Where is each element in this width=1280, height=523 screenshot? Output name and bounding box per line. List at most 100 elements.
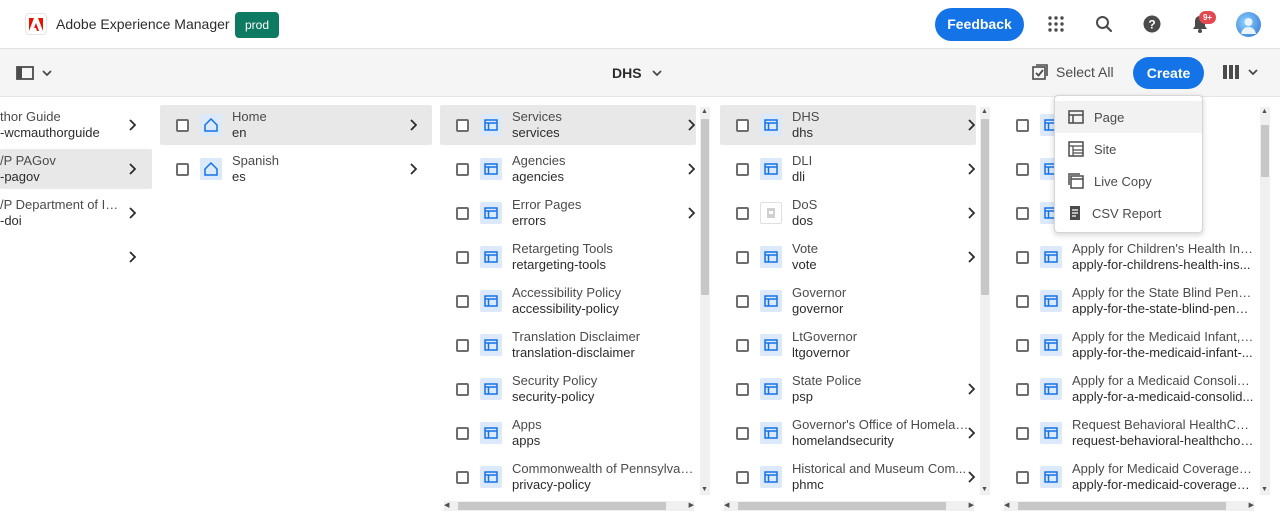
chevron-right-icon[interactable] <box>685 163 697 175</box>
column-4-vertical-scrollbar[interactable]: ▲ ▼ <box>1260 107 1270 495</box>
item-checkbox[interactable] <box>736 250 749 264</box>
list-item[interactable]: Vote vote <box>720 237 976 277</box>
column-2-vertical-scrollbar[interactable]: ▲ ▼ <box>700 107 710 495</box>
item-checkbox[interactable] <box>456 426 469 440</box>
chevron-right-icon[interactable] <box>965 427 977 439</box>
list-item[interactable]: LtGovernor ltgovernor <box>720 325 976 365</box>
item-checkbox[interactable] <box>1016 338 1029 352</box>
item-checkbox[interactable] <box>456 294 469 308</box>
chevron-right-icon[interactable] <box>685 207 697 219</box>
list-item[interactable]: Apply for a Medicaid Consolid... apply-fo… <box>1000 369 1256 409</box>
list-item[interactable]: Accessibility Policy accessibility-policy <box>440 281 696 321</box>
chevron-right-icon[interactable] <box>685 119 697 131</box>
chevron-right-icon[interactable] <box>126 119 138 131</box>
item-checkbox[interactable] <box>736 426 749 440</box>
list-item[interactable]: Governor's Office of Homelan... homelands… <box>720 413 976 453</box>
avatar[interactable] <box>1236 12 1261 37</box>
list-item[interactable]: Retargeting Tools retargeting-tools <box>440 237 696 277</box>
item-checkbox[interactable] <box>1016 470 1029 484</box>
list-item[interactable]: DLI dli <box>720 149 976 189</box>
list-item[interactable]: Error Pages errors <box>440 193 696 233</box>
item-checkbox[interactable] <box>456 338 469 352</box>
list-item[interactable]: Apply for Medicaid Coverage f... apply-fo… <box>1000 457 1256 497</box>
item-checkbox[interactable] <box>456 382 469 396</box>
item-checkbox[interactable] <box>1016 382 1029 396</box>
create-menu-item-site[interactable]: Site <box>1055 133 1202 165</box>
list-item[interactable]: Apps apps <box>440 413 696 453</box>
item-checkbox[interactable] <box>176 118 189 132</box>
create-menu-item-page[interactable]: Page <box>1055 101 1202 133</box>
view-switcher-button[interactable] <box>1222 64 1258 80</box>
list-item[interactable]: Home en <box>160 105 432 145</box>
column-3-vertical-scrollbar[interactable]: ▲ ▼ <box>980 107 990 495</box>
item-checkbox[interactable] <box>736 118 749 132</box>
item-checkbox[interactable] <box>736 470 749 484</box>
item-title: Accessibility Policy <box>512 285 622 300</box>
item-checkbox[interactable] <box>456 206 469 220</box>
item-checkbox[interactable] <box>176 162 189 176</box>
item-checkbox[interactable] <box>456 470 469 484</box>
chevron-right-icon[interactable] <box>965 251 977 263</box>
item-checkbox[interactable] <box>456 162 469 176</box>
page-icon <box>1040 246 1062 268</box>
list-item[interactable]: Apply for the Medicaid Infant, ... apply-… <box>1000 325 1256 365</box>
item-checkbox[interactable] <box>736 382 749 396</box>
search-icon[interactable] <box>1094 14 1114 34</box>
list-item[interactable]: DHS dhs <box>720 105 976 145</box>
list-item[interactable]: Request Behavioral HealthCho... request-b… <box>1000 413 1256 453</box>
adobe-logo-icon[interactable] <box>25 13 47 35</box>
list-item[interactable]: Apply for the State Blind Pensi... apply-… <box>1000 281 1256 321</box>
item-checkbox[interactable] <box>1016 118 1029 132</box>
create-menu-item-live-copy[interactable]: Live Copy <box>1055 165 1202 197</box>
app-title[interactable]: Adobe Experience Manager <box>56 16 230 32</box>
chevron-right-icon[interactable] <box>126 163 138 175</box>
item-checkbox[interactable] <box>456 118 469 132</box>
column-2-horizontal-scrollbar[interactable]: ◀ ▶ <box>444 501 694 511</box>
list-item[interactable]: Security Policy security-policy <box>440 369 696 409</box>
list-item[interactable]: State Police psp <box>720 369 976 409</box>
item-checkbox[interactable] <box>736 294 749 308</box>
help-icon[interactable]: ? <box>1142 14 1162 34</box>
create-menu-item-csv-report[interactable]: CSV Report <box>1055 197 1202 229</box>
chevron-right-icon[interactable] <box>965 207 977 219</box>
list-item[interactable]: Commonwealth of Pennsylvan... privacy-pol… <box>440 457 696 497</box>
chevron-right-icon[interactable] <box>965 163 977 175</box>
feedback-button[interactable]: Feedback <box>935 8 1024 41</box>
item-checkbox[interactable] <box>1016 206 1029 220</box>
select-all-button[interactable]: Select All <box>1032 64 1114 80</box>
apps-grid-icon[interactable] <box>1046 14 1066 34</box>
item-checkbox[interactable] <box>736 338 749 352</box>
item-checkbox[interactable] <box>736 206 749 220</box>
item-checkbox[interactable] <box>1016 294 1029 308</box>
chevron-right-icon[interactable] <box>965 471 977 483</box>
list-item[interactable]: Governor governor <box>720 281 976 321</box>
item-checkbox[interactable] <box>1016 162 1029 176</box>
chevron-right-icon[interactable] <box>407 163 419 175</box>
column-4-horizontal-scrollbar[interactable]: ◀ ▶ <box>1004 501 1254 511</box>
create-button[interactable]: Create <box>1133 57 1204 89</box>
chevron-right-icon[interactable] <box>126 207 138 219</box>
list-item[interactable]: Apply for Children's Health Ins... apply-… <box>1000 237 1256 277</box>
list-item[interactable]: Services services <box>440 105 696 145</box>
list-item[interactable]: /P Department of Ins... -doi <box>0 193 152 233</box>
list-item[interactable]: thor Guide -wcmauthorguide <box>0 105 152 145</box>
list-item[interactable]: Translation Disclaimer translation-discla… <box>440 325 696 365</box>
rail-toggle-button[interactable] <box>16 64 58 82</box>
item-checkbox[interactable] <box>736 162 749 176</box>
column-3-horizontal-scrollbar[interactable]: ◀ ▶ <box>724 501 974 511</box>
list-item[interactable]: /P PAGov -pagov <box>0 149 152 189</box>
chevron-right-icon[interactable] <box>965 119 977 131</box>
chevron-right-icon[interactable] <box>407 119 419 131</box>
item-name: accessibility-policy <box>512 301 619 316</box>
list-item[interactable]: Historical and Museum Com... phmc <box>720 457 976 497</box>
chevron-right-icon[interactable] <box>965 383 977 395</box>
item-checkbox[interactable] <box>1016 250 1029 264</box>
breadcrumb[interactable]: DHS <box>612 65 662 81</box>
item-checkbox[interactable] <box>456 250 469 264</box>
item-checkbox[interactable] <box>1016 426 1029 440</box>
list-item[interactable]: Spanish es <box>160 149 432 189</box>
chevron-right-icon[interactable] <box>126 251 138 263</box>
list-item[interactable]: Agencies agencies <box>440 149 696 189</box>
list-item[interactable]: DoS dos <box>720 193 976 233</box>
list-item[interactable] <box>0 237 152 277</box>
